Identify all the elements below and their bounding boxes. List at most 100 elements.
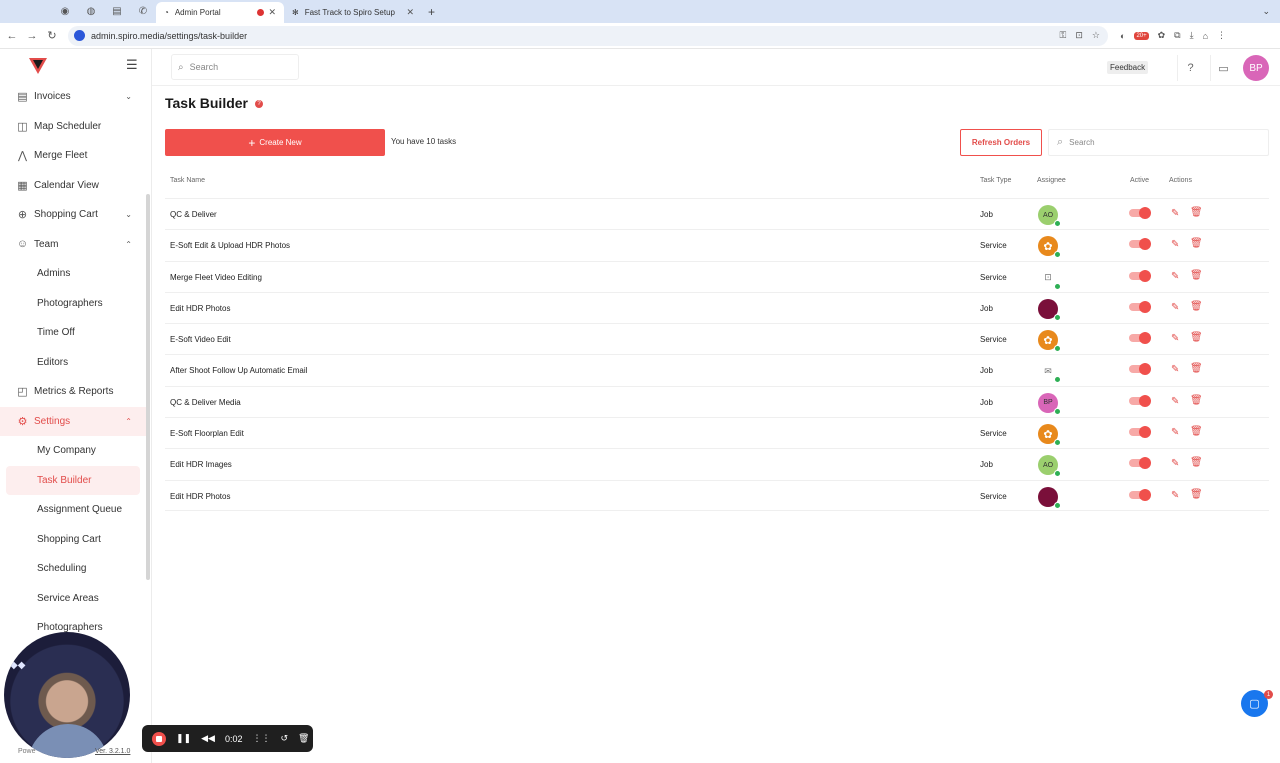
edit-pencil-icon[interactable]: ✎ [1171, 364, 1179, 375]
sidebar-item-editors[interactable]: Editors [0, 348, 146, 378]
spiro-logo-icon[interactable] [28, 57, 48, 75]
reload-icon[interactable]: ↻ [42, 29, 62, 42]
stop-recording-button[interactable] [152, 731, 166, 746]
table-row[interactable]: After Shoot Follow Up Automatic Email Job… [165, 354, 1269, 385]
edit-pencil-icon[interactable]: ✎ [1171, 333, 1179, 344]
global-search-input[interactable]: ⌕ Search [171, 54, 299, 80]
pinned-tab-icon[interactable]: ◍ [78, 0, 104, 23]
sidebar-item-map-scheduler[interactable]: ◫ Map Scheduler [0, 112, 146, 142]
sidebar-item-task-builder[interactable]: Task Builder [6, 465, 140, 495]
edit-pencil-icon[interactable]: ✎ [1171, 458, 1179, 469]
extension-badge-icon[interactable]: 20+ [1134, 31, 1149, 40]
edit-pencil-icon[interactable]: ✎ [1171, 208, 1179, 219]
install-icon[interactable]: ⊡ [1075, 30, 1083, 41]
sidebar-item-scheduling[interactable]: Scheduling [0, 554, 146, 584]
assignee-avatar[interactable]: ✿ [1038, 330, 1061, 353]
extension-icon[interactable]: ✿ [1158, 30, 1166, 41]
restart-icon[interactable]: ↺ [280, 733, 288, 744]
active-toggle[interactable] [1129, 488, 1151, 501]
task-name[interactable]: E-Soft Video Edit [170, 335, 231, 344]
delete-trash-icon[interactable]: 🗑 [1190, 363, 1203, 374]
sidebar-item-admins[interactable]: Admins [0, 259, 146, 289]
assignee-avatar[interactable]: BP [1038, 392, 1061, 415]
video-camera-icon[interactable]: ▭ [1210, 55, 1236, 81]
password-key-icon[interactable]: ⚿ [1060, 30, 1067, 41]
active-toggle[interactable] [1129, 363, 1151, 376]
active-toggle[interactable] [1129, 457, 1151, 470]
active-toggle[interactable] [1129, 332, 1151, 345]
sidebar-item-shopping-cart[interactable]: ⊕ Shopping Cart ⌄ [0, 200, 146, 230]
help-icon[interactable]: ? [1177, 55, 1203, 81]
sidebar-item-shopping-cart[interactable]: Shopping Cart [0, 525, 146, 555]
chevron-up-icon[interactable]: ⌃ [125, 240, 132, 249]
back-icon[interactable]: ← [2, 30, 22, 42]
table-row[interactable]: Edit HDR Photos Service ✎ 🗑 [165, 479, 1269, 511]
chevron-down-icon[interactable]: ⌄ [125, 92, 132, 101]
edit-pencil-icon[interactable]: ✎ [1171, 302, 1179, 313]
pause-icon[interactable]: ❚❚ [176, 733, 191, 744]
user-avatar[interactable]: BP [1243, 55, 1269, 81]
sidebar-item-merge-fleet[interactable]: ⋀ Merge Fleet [0, 141, 146, 171]
task-name[interactable]: QC & Deliver [170, 210, 217, 219]
table-row[interactable]: E-Soft Edit & Upload HDR Photos Service ✿ ✎… [165, 229, 1269, 260]
assignee-avatar[interactable]: ⊡ [1038, 267, 1061, 290]
active-toggle[interactable] [1129, 300, 1151, 313]
task-name[interactable]: Merge Fleet Video Editing [170, 273, 262, 282]
assignee-avatar[interactable]: ✉ [1038, 361, 1061, 384]
close-tab-icon[interactable]: ✕ [268, 7, 276, 18]
site-info-icon[interactable] [74, 30, 85, 41]
url-field[interactable]: admin.spiro.media/settings/task-builder … [68, 25, 1108, 46]
active-toggle[interactable] [1129, 394, 1151, 407]
task-name[interactable]: Edit HDR Photos [170, 492, 230, 501]
sidebar-item-photographers[interactable]: Photographers [0, 289, 146, 319]
rewind-icon[interactable]: ◀◀ [201, 733, 215, 744]
tab-search-chevron-icon[interactable]: ⌄ [1262, 6, 1270, 17]
task-name[interactable]: Edit HDR Images [170, 460, 232, 469]
task-search-input[interactable]: ⌕ Search [1048, 129, 1269, 156]
column-header-active[interactable]: Active [1130, 177, 1149, 184]
table-row[interactable]: E-Soft Floorplan Edit Service ✿ ✎ 🗑 [165, 417, 1269, 448]
table-row[interactable]: QC & Deliver Job AO ✎ 🗑 [165, 198, 1269, 229]
sidebar-item-invoices[interactable]: ▤ Invoices ⌄ [0, 82, 146, 112]
forward-icon[interactable]: → [22, 30, 42, 42]
download-icon[interactable]: ⤓ [1190, 30, 1194, 41]
sidebar-item-my-company[interactable]: My Company [0, 436, 146, 466]
sidebar-item-metrics-reports[interactable]: ◰ Metrics & Reports [0, 377, 146, 407]
pinned-tab-icon[interactable]: ▤ [104, 0, 130, 23]
pinned-tab-icon[interactable]: ◉ [52, 0, 78, 23]
sidebar-item-service-areas[interactable]: Service Areas [0, 584, 146, 614]
edit-pencil-icon[interactable]: ✎ [1171, 490, 1179, 501]
delete-trash-icon[interactable]: 🗑 [1190, 457, 1203, 468]
menu-kebab-icon[interactable]: ⋮ [1217, 30, 1226, 41]
task-name[interactable]: E-Soft Edit & Upload HDR Photos [170, 241, 290, 250]
delete-trash-icon[interactable]: 🗑 [1190, 332, 1203, 343]
chevron-up-icon[interactable]: ⌃ [125, 417, 132, 426]
delete-trash-icon[interactable]: 🗑 [1190, 301, 1203, 312]
refresh-orders-button[interactable]: Refresh Orders [960, 129, 1042, 156]
table-row[interactable]: QC & Deliver Media Job BP ✎ 🗑 [165, 385, 1269, 417]
edit-pencil-icon[interactable]: ✎ [1171, 396, 1179, 407]
browser-tab[interactable]: ✻ Fast Track to Spiro Setup ✕ [284, 2, 422, 23]
drag-handle-icon[interactable]: ⋮⋮ [252, 733, 270, 744]
assignee-avatar[interactable] [1038, 298, 1061, 321]
active-toggle[interactable] [1129, 426, 1151, 439]
feedback-button[interactable]: Feedback [1107, 61, 1149, 74]
task-name[interactable]: E-Soft Floorplan Edit [170, 429, 244, 438]
new-tab-icon[interactable]: + [428, 5, 435, 19]
hamburger-menu-icon[interactable]: ☰ [126, 57, 138, 73]
browser-tab-active[interactable]: ◔ Admin Portal ✕ [156, 2, 284, 23]
sidebar-scrollbar[interactable] [146, 194, 150, 580]
active-toggle[interactable] [1129, 207, 1151, 219]
bookmark-star-icon[interactable]: ☆ [1092, 30, 1100, 41]
column-header-assignee[interactable]: Assignee [1037, 177, 1066, 184]
active-toggle[interactable] [1129, 238, 1151, 251]
assignee-avatar[interactable]: ✿ [1038, 424, 1061, 447]
delete-trash-icon[interactable]: 🗑 [1190, 238, 1203, 249]
sidebar-item-assignment-queue[interactable]: Assignment Queue [0, 495, 146, 525]
delete-trash-icon[interactable]: 🗑 [1190, 426, 1203, 437]
extensions-puzzle-icon[interactable]: ⧉ [1174, 30, 1180, 41]
edit-pencil-icon[interactable]: ✎ [1171, 427, 1179, 438]
version-link[interactable]: Ver. 3.2.1.0 [95, 748, 130, 755]
table-row[interactable]: Merge Fleet Video Editing Service ⊡ ✎ 🗑 [165, 260, 1269, 292]
active-toggle[interactable] [1129, 269, 1151, 282]
